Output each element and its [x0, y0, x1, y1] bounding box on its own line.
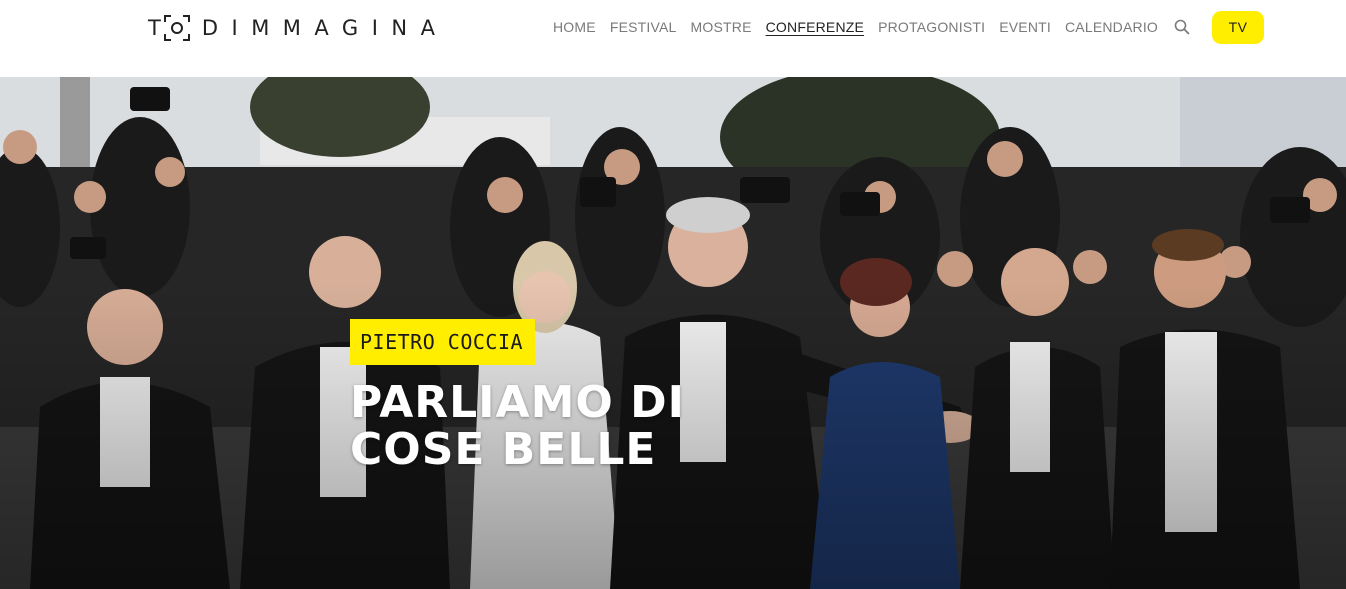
tv-button[interactable]: TV [1212, 10, 1265, 44]
nav-festival[interactable]: FESTIVAL [610, 19, 677, 35]
search-icon[interactable] [1173, 18, 1191, 36]
hero-overlay [0, 77, 1346, 589]
hero-banner[interactable]: PIETRO COCCIA PARLIAMO DI COSE BELLE [0, 77, 1346, 589]
main-nav: HOME FESTIVAL MOSTRE CONFERENZE PROTAGON… [553, 0, 1265, 54]
logo-letter-t: T [148, 16, 161, 40]
nav-mostre[interactable]: MOSTRE [691, 19, 752, 35]
logo-viewfinder-icon [163, 15, 190, 41]
site-logo[interactable]: T DIMMAGINA [148, 14, 448, 42]
logo-wordmark: DIMMAGINA [201, 16, 449, 40]
nav-conferenze[interactable]: CONFERENZE [766, 19, 864, 35]
author-badge[interactable]: PIETRO COCCIA [350, 319, 536, 365]
nav-calendario[interactable]: CALENDARIO [1065, 19, 1158, 35]
nav-home[interactable]: HOME [553, 19, 596, 35]
nav-eventi[interactable]: EVENTI [999, 19, 1051, 35]
site-header: T DIMMAGINA HOME FESTIVAL MOSTRE CONFERE… [0, 0, 1346, 77]
hero-title[interactable]: PARLIAMO DI COSE BELLE [350, 379, 750, 473]
nav-protagonisti[interactable]: PROTAGONISTI [878, 19, 985, 35]
